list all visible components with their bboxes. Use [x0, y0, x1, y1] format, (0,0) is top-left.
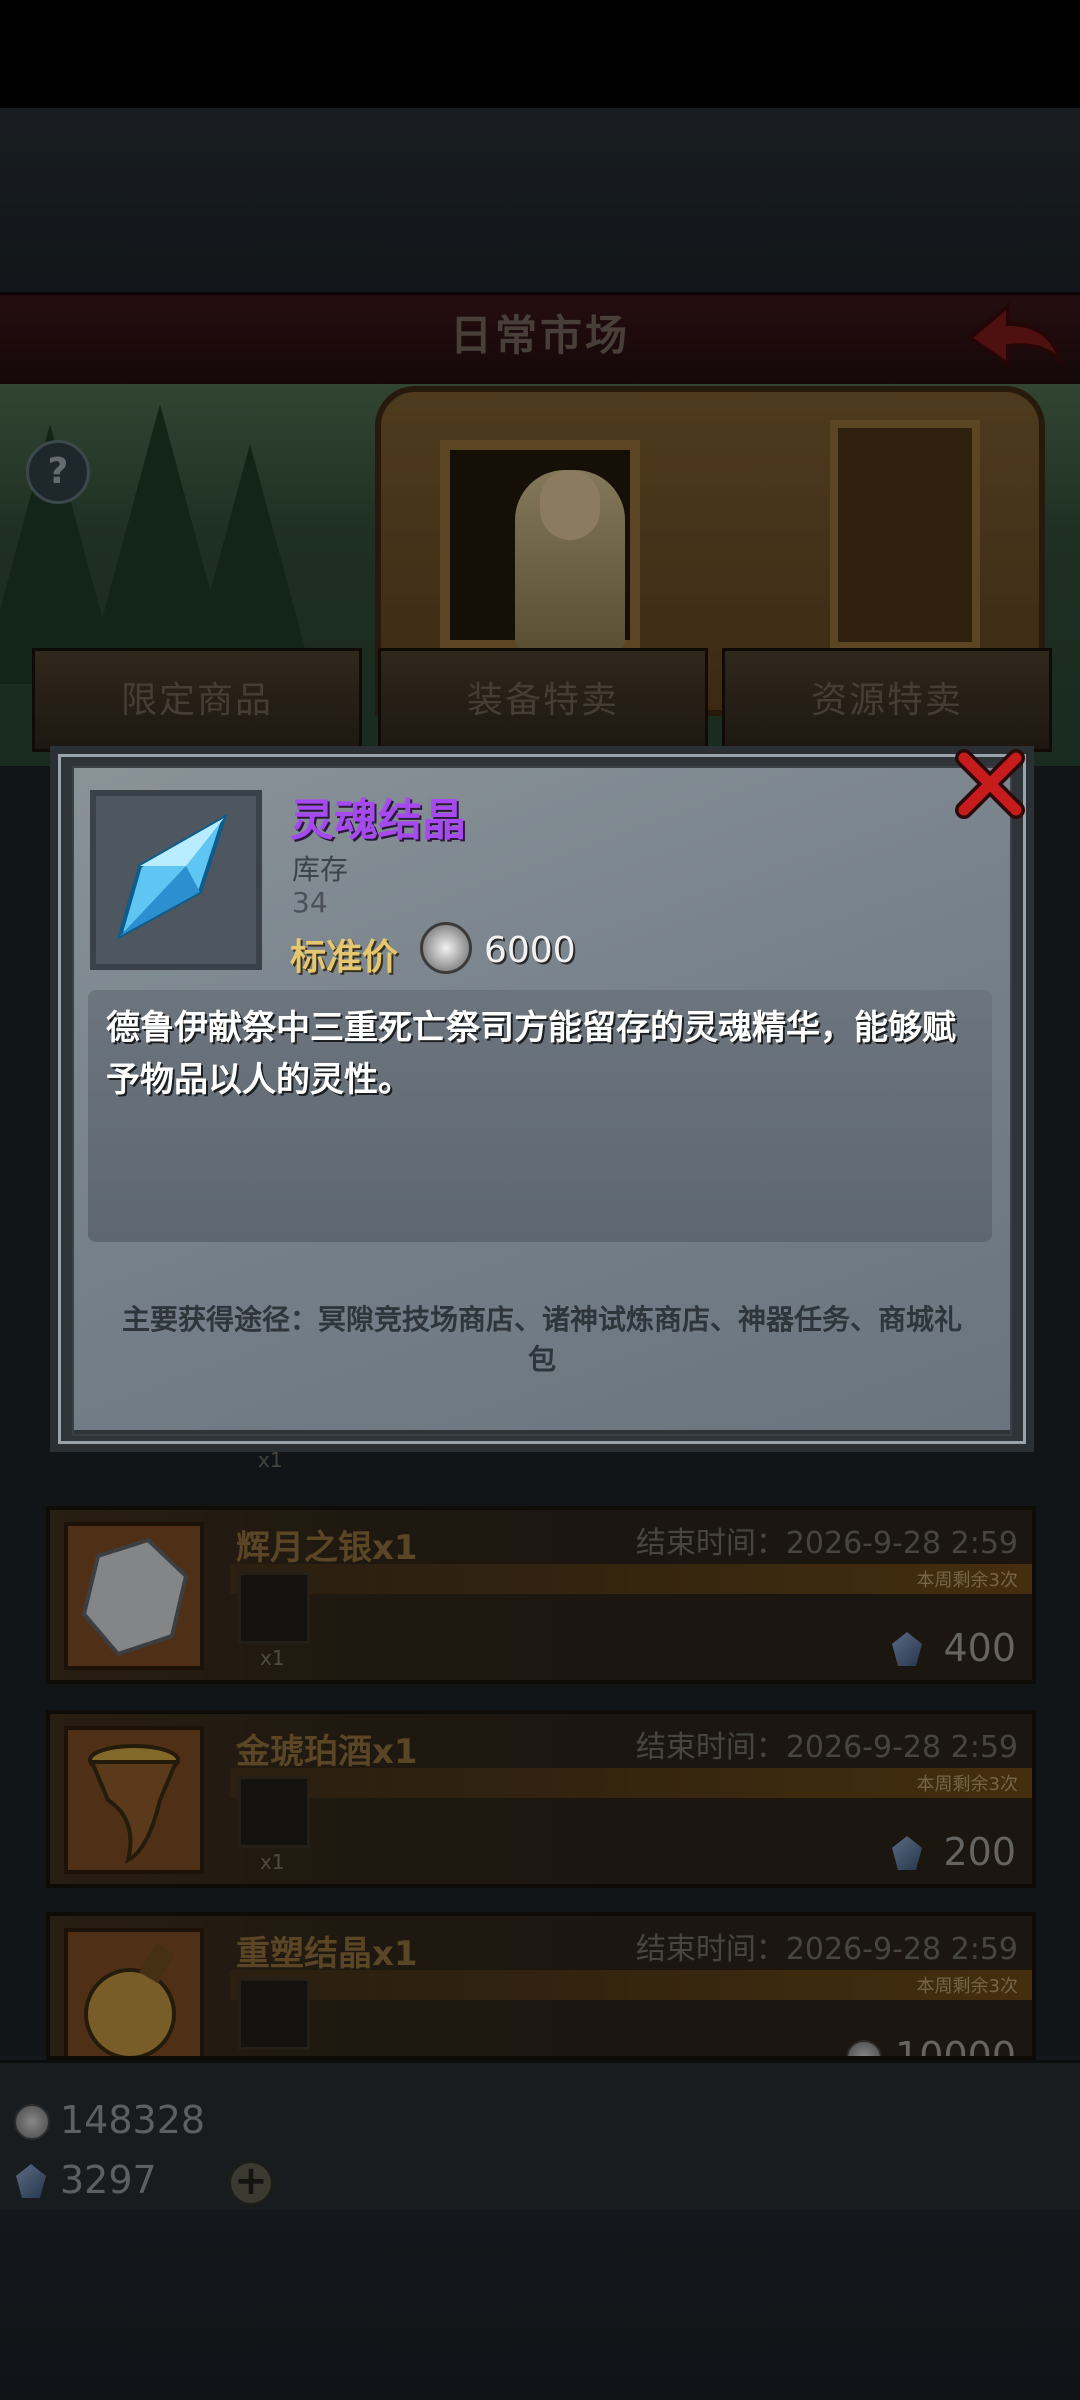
- close-button[interactable]: [950, 744, 1030, 824]
- item-description: 德鲁伊献祭中三重死亡祭司方能留存的灵魂精华，能够赋予物品以人的灵性。: [106, 1008, 956, 1100]
- soul-crystal-icon: [116, 813, 228, 941]
- close-icon: [955, 749, 1025, 819]
- stock-label: 库存: [292, 853, 349, 886]
- item-icon-frame: [90, 790, 262, 970]
- silver-coin-icon: [420, 922, 472, 974]
- status-strip: [0, 0, 1080, 108]
- price-label: 标准价: [290, 937, 399, 978]
- stock-value: 34: [292, 886, 328, 919]
- acquisition-sources: 主要获得途径：冥隙竞技场商店、诸神试炼商店、神器任务、商城礼包: [121, 1303, 962, 1376]
- item-title: 灵魂结晶: [290, 795, 466, 846]
- price-value: 6000: [484, 930, 576, 971]
